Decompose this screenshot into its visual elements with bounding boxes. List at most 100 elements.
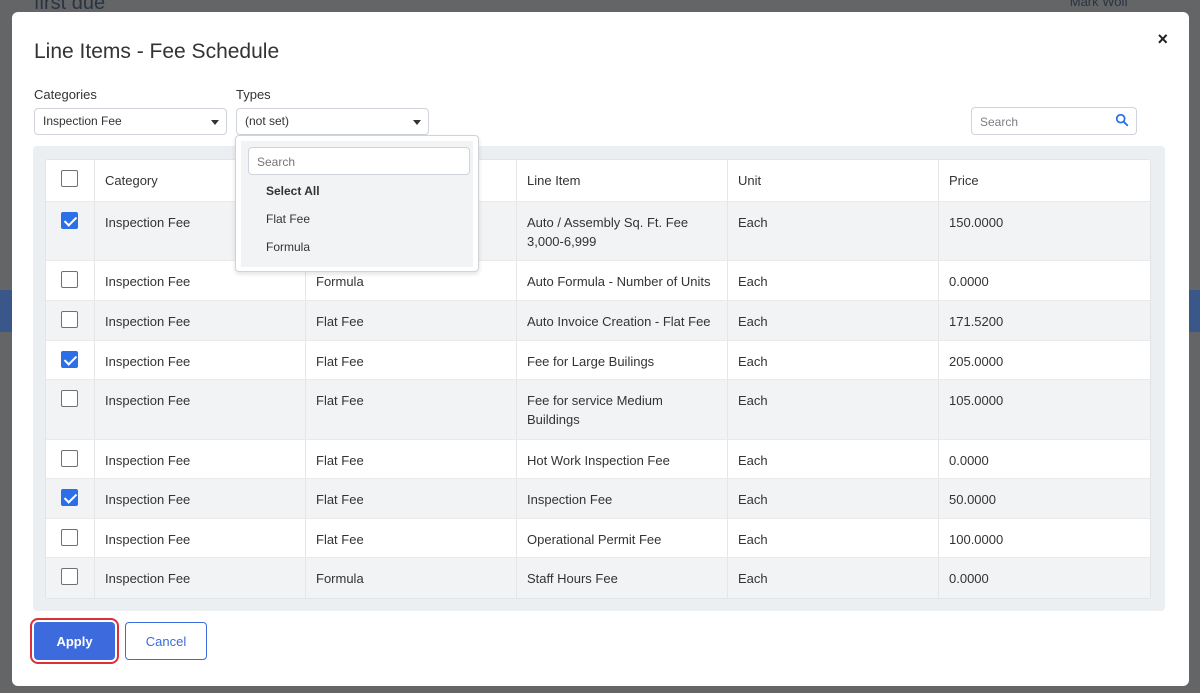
header-price[interactable]: Price [939, 160, 1150, 201]
cell-line-item: Operational Permit Fee [517, 519, 728, 557]
table-row[interactable]: Inspection Fee Flat Fee Operational Permit… [46, 519, 1150, 558]
row-select-cell [46, 558, 95, 598]
cell-category: Inspection Fee [95, 301, 306, 340]
cell-line-item: Auto Formula - Number of Units [517, 261, 728, 300]
row-checkbox[interactable] [61, 568, 78, 585]
categories-select-value: Inspection Fee [43, 114, 122, 128]
cell-price: 50.0000 [949, 492, 996, 507]
cell-price: 205.0000 [949, 354, 1004, 369]
header-line-item[interactable]: Line Item [517, 160, 728, 201]
cell-category: Inspection Fee [95, 558, 306, 598]
cell-line-item: Fee for Large Builings [517, 341, 728, 379]
close-button[interactable]: × [1157, 29, 1168, 50]
table-row[interactable]: Inspection Fee Formula Staff Hours Fee Each… [46, 558, 1150, 598]
cell-category: Inspection Fee [95, 519, 306, 557]
cell-type: Flat Fee [306, 380, 517, 439]
row-select-cell [46, 261, 95, 300]
categories-select[interactable]: Inspection Fee [34, 108, 227, 135]
cell-price: 100.0000 [949, 532, 1004, 547]
table-row[interactable]: Inspection Fee Auto / Assembly Sq. Ft. Fe… [46, 202, 1150, 261]
cell-category: Inspection Fee [95, 380, 306, 439]
cell-unit: Each [728, 479, 939, 518]
cell-line-item: Auto / Assembly Sq. Ft. Fee 3,000-6,999 [517, 202, 728, 260]
row-select-cell [46, 519, 95, 557]
cell-unit: Each [728, 558, 939, 598]
cell-unit: Each [728, 519, 939, 557]
table-row[interactable]: Inspection Fee Formula Auto Formula - Numb… [46, 261, 1150, 301]
cell-category: Inspection Fee [95, 479, 306, 518]
cancel-button[interactable]: Cancel [125, 622, 207, 660]
row-select-cell [46, 440, 95, 478]
cell-type: Flat Fee [306, 341, 517, 379]
cell-type: Flat Fee [306, 440, 517, 478]
header-select-cell [46, 160, 95, 201]
row-checkbox[interactable] [61, 390, 78, 407]
row-checkbox[interactable] [61, 450, 78, 467]
row-checkbox[interactable] [61, 271, 78, 288]
cell-line-item: Staff Hours Fee [517, 558, 728, 598]
search-icon[interactable] [1115, 113, 1129, 127]
cell-unit: Each [728, 301, 939, 340]
user-name: Mark Wolf [1069, 0, 1128, 9]
cell-line-item: Inspection Fee [517, 479, 728, 518]
table-body: Inspection Fee Auto / Assembly Sq. Ft. Fe… [46, 202, 1150, 598]
chevron-down-icon [413, 120, 421, 125]
cell-price: 0.0000 [949, 453, 989, 468]
dropdown-option-select-all[interactable]: Select All [266, 184, 320, 198]
types-dropdown-panel: Search Select All Flat Fee Formula [241, 141, 473, 267]
row-select-cell [46, 202, 95, 260]
table-row[interactable]: Inspection Fee Flat Fee Auto Invoice Creat… [46, 301, 1150, 341]
modal-title: Line Items - Fee Schedule [34, 40, 280, 63]
cell-price: 150.0000 [949, 215, 1004, 230]
cell-type: Formula [306, 558, 517, 598]
cell-price: 0.0000 [949, 571, 989, 586]
table-container: Category Type Line Item Unit Price Inspe… [33, 146, 1165, 611]
cell-type: Flat Fee [306, 301, 517, 340]
table-header-row: Category Type Line Item Unit Price [46, 160, 1150, 202]
cell-type: Flat Fee [306, 519, 517, 557]
cell-line-item: Auto Invoice Creation - Flat Fee [517, 301, 728, 340]
header-unit[interactable]: Unit [728, 160, 939, 201]
cell-unit: Each [728, 261, 939, 300]
cell-unit: Each [728, 440, 939, 478]
table-row[interactable]: Inspection Fee Flat Fee Fee for service Me… [46, 380, 1150, 440]
table-row[interactable]: Inspection Fee Flat Fee Inspection Fee Each… [46, 479, 1150, 519]
select-all-checkbox[interactable] [61, 170, 78, 187]
cell-unit: Each [728, 202, 939, 260]
cell-price: 0.0000 [949, 274, 989, 289]
table-row[interactable]: Inspection Fee Flat Fee Fee for Large Buil… [46, 341, 1150, 380]
row-checkbox[interactable] [61, 351, 78, 368]
row-checkbox[interactable] [61, 529, 78, 546]
search-placeholder: Search [980, 115, 1019, 129]
cell-line-item: Hot Work Inspection Fee [517, 440, 728, 478]
row-checkbox[interactable] [61, 212, 78, 229]
types-dropdown-menu: Search Select All Flat Fee Formula [235, 135, 479, 272]
types-select[interactable]: (not set) [236, 108, 429, 135]
types-label: Types [236, 87, 271, 102]
types-dropdown-search-input[interactable]: Search [248, 147, 470, 175]
cell-unit: Each [728, 341, 939, 379]
fee-schedule-modal: Line Items - Fee Schedule × Categories I… [12, 12, 1189, 686]
apply-button[interactable]: Apply [34, 622, 115, 660]
categories-label: Categories [34, 87, 97, 102]
table-row[interactable]: Inspection Fee Flat Fee Hot Work Inspectio… [46, 440, 1150, 479]
table-search-input[interactable]: Search [971, 107, 1137, 135]
types-select-value: (not set) [245, 114, 290, 128]
row-select-cell [46, 479, 95, 518]
row-checkbox[interactable] [61, 489, 78, 506]
row-select-cell [46, 380, 95, 439]
row-select-cell [46, 301, 95, 340]
line-items-table: Category Type Line Item Unit Price Inspe… [45, 159, 1151, 599]
cell-price: 105.0000 [949, 393, 1004, 408]
cell-type: Flat Fee [306, 479, 517, 518]
dropdown-option-flat-fee[interactable]: Flat Fee [266, 212, 310, 226]
chevron-down-icon [211, 120, 219, 125]
cell-category: Inspection Fee [95, 440, 306, 478]
row-checkbox[interactable] [61, 311, 78, 328]
dropdown-option-formula[interactable]: Formula [266, 240, 310, 254]
cell-line-item: Fee for service Medium Buildings [517, 380, 728, 439]
cell-price: 171.5200 [949, 314, 1004, 329]
cell-unit: Each [728, 380, 939, 439]
row-select-cell [46, 341, 95, 379]
cell-category: Inspection Fee [95, 341, 306, 379]
